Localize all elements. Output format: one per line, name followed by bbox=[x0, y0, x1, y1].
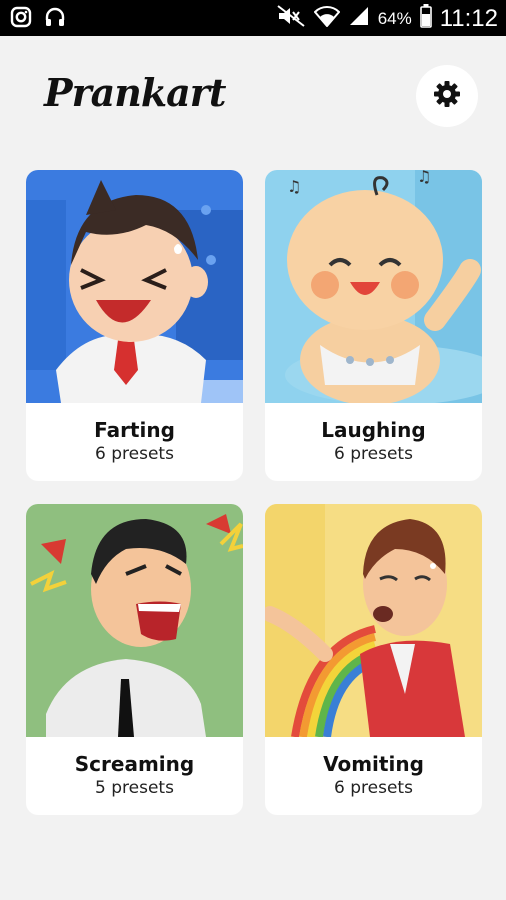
screaming-illustration bbox=[26, 504, 243, 737]
category-card-screaming[interactable]: Screaming 5 presets bbox=[26, 504, 243, 815]
card-title: Farting bbox=[94, 418, 175, 442]
wifi-icon bbox=[313, 5, 341, 32]
card-title: Vomiting bbox=[323, 752, 424, 776]
battery-icon bbox=[419, 4, 432, 33]
farting-illustration bbox=[26, 170, 243, 403]
category-card-laughing[interactable]: ♫ ♫ Laughing 6 presets bbox=[265, 170, 482, 481]
card-title: Screaming bbox=[74, 752, 195, 776]
card-preset-count: 6 presets bbox=[334, 444, 413, 464]
gear-icon bbox=[432, 79, 462, 113]
battery-percent: 64% bbox=[377, 8, 412, 28]
signal-icon bbox=[348, 5, 370, 32]
svg-text:♫: ♫ bbox=[287, 177, 301, 196]
status-bar: 64% 11:12 bbox=[0, 0, 506, 36]
vomiting-illustration bbox=[265, 504, 482, 738]
clock: 11:12 bbox=[439, 4, 498, 32]
svg-text:♫: ♫ bbox=[417, 170, 431, 186]
card-preset-count: 6 presets bbox=[95, 444, 174, 464]
headphones-icon bbox=[44, 6, 66, 32]
app-logo: Prankart bbox=[44, 70, 226, 115]
card-preset-count: 6 presets bbox=[334, 778, 413, 798]
category-card-farting[interactable]: Farting 6 presets bbox=[26, 170, 243, 481]
card-preset-count: 5 presets bbox=[95, 778, 174, 798]
mute-icon bbox=[276, 4, 306, 33]
card-title: Laughing bbox=[321, 418, 426, 442]
app-header: Prankart bbox=[0, 36, 506, 154]
laughing-illustration: ♫ ♫ bbox=[265, 170, 482, 405]
instagram-icon bbox=[10, 6, 32, 32]
category-card-vomiting[interactable]: Vomiting 6 presets bbox=[265, 504, 482, 815]
settings-button[interactable] bbox=[416, 65, 478, 127]
